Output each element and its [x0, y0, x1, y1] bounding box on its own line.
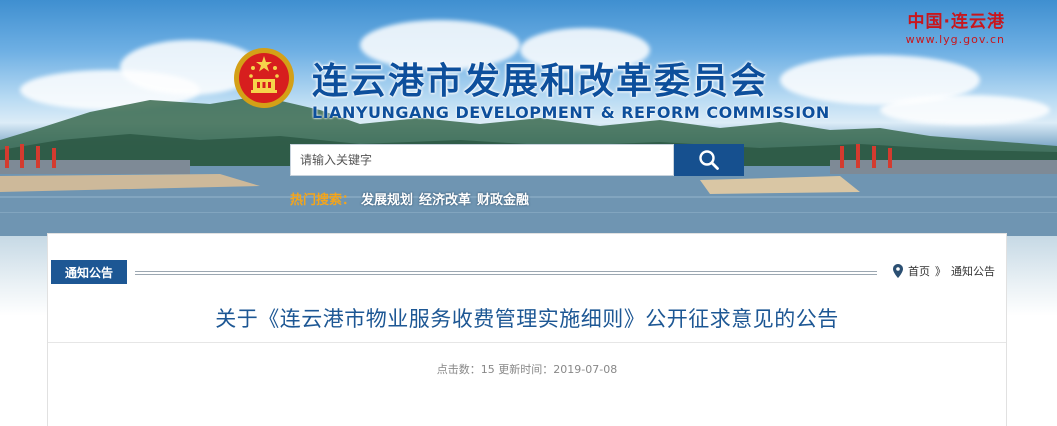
breadcrumb-current[interactable]: 通知公告: [951, 263, 995, 279]
title-divider: [48, 342, 1006, 343]
breadcrumb-home[interactable]: 首页: [908, 263, 930, 279]
site-name: 中国·连云港: [907, 12, 1005, 32]
site-title: 连云港市发展和改革委员会: [312, 61, 769, 102]
header-banner: 中国·连云港 www.lyg.gov.cn 连云港市发展和改革委员会 LIANY…: [0, 0, 1057, 236]
search-button[interactable]: [674, 144, 744, 176]
hot-search-link[interactable]: 发展规划: [361, 189, 413, 208]
breadcrumb-separator: 》: [935, 265, 946, 278]
location-pin-icon: [893, 264, 903, 278]
search-bar: [290, 144, 744, 176]
hot-search-link[interactable]: 财政金融: [477, 189, 529, 208]
national-emblem-icon: [234, 48, 294, 108]
article-meta: 点击数：15 更新时间：2019-07-08: [436, 363, 618, 376]
site-url: www.lyg.gov.cn: [905, 33, 1005, 46]
site-tag: 中国·连云港 www.lyg.gov.cn: [906, 7, 1005, 46]
search-input[interactable]: [290, 144, 674, 176]
site-title-en: LIANYUNGANG DEVELOPMENT & REFORM COMMISS…: [312, 103, 830, 122]
hot-search: 热门搜索： 发展规划 经济改革 财政金融: [290, 189, 529, 208]
hot-search-label: 热门搜索：: [290, 193, 356, 208]
article-title: 关于《连云港市物业服务收费管理实施细则》公开征求意见的公告: [215, 307, 839, 331]
breadcrumb: 首页 》 通知公告: [893, 263, 995, 279]
article-panel: 通知公告 首页 》 通知公告 关于《连云港市物业服务收费管理实施细则》公开征求意…: [47, 233, 1007, 426]
search-icon: [699, 150, 719, 170]
hot-search-link[interactable]: 经济改革: [419, 189, 471, 208]
section-tab[interactable]: 通知公告: [51, 260, 127, 284]
section-divider: [135, 271, 877, 275]
section-bar: 通知公告 首页 》 通知公告: [51, 260, 1001, 284]
